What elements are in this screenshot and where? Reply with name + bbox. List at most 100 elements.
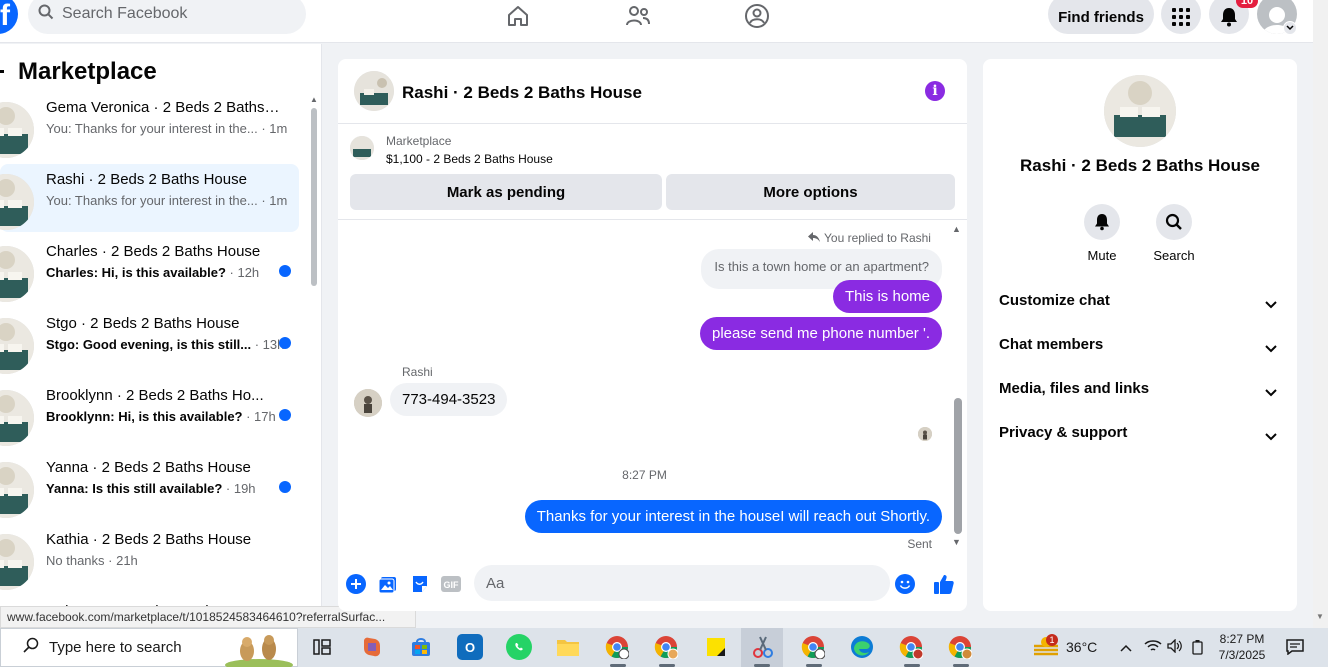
chrome-profile-5-icon[interactable] (947, 634, 973, 660)
conversation-name: Gema Veronica · 2 Beds 2 Baths ... (46, 99, 281, 116)
section-label: Customize chat (999, 292, 1110, 309)
temperature-readout[interactable]: 36°C (1066, 639, 1097, 655)
svg-text:GIF: GIF (444, 580, 460, 590)
listing-price-title[interactable]: $1,100 - 2 Beds 2 Baths House (386, 152, 553, 166)
taskbar-search-box[interactable] (0, 628, 298, 667)
clock[interactable]: 8:27 PM 7/3/2025 (1204, 631, 1280, 663)
chevron-up-icon[interactable] (1120, 639, 1132, 655)
info-icon[interactable]: i (925, 81, 945, 101)
conversation-item[interactable]: Yanna · 2 Beds 2 Baths House Yanna: Is th… (0, 452, 299, 520)
conversation-item[interactable]: Rashi · 2 Beds 2 Baths House You: Thanks … (0, 164, 299, 232)
sidebar-scrollbar[interactable] (311, 108, 317, 286)
groups-icon[interactable] (742, 2, 772, 30)
scroll-down-arrow-icon[interactable]: ▼ (1316, 612, 1324, 621)
listing-thumbnail-avatar[interactable] (354, 71, 394, 111)
chat-members-section[interactable]: Chat members (999, 336, 1281, 358)
incoming-message[interactable]: 773-494-3523 (390, 383, 508, 416)
search-icon (23, 637, 39, 658)
speaker-icon[interactable] (1167, 638, 1183, 656)
outlook-icon[interactable]: O (457, 634, 483, 660)
top-navigation-bar: f Find friends 10 (0, 0, 1313, 43)
chrome-profile-3-icon[interactable] (800, 634, 826, 660)
conversation-time: · 17h (242, 409, 276, 424)
sticky-notes-icon[interactable] (703, 634, 729, 660)
chat-header: Rashi · 2 Beds 2 Baths House i (338, 59, 967, 124)
sticker-icon[interactable] (409, 573, 431, 595)
chat-title[interactable]: Rashi · 2 Beds 2 Baths House (402, 83, 642, 103)
listing-large-avatar[interactable] (1104, 75, 1176, 147)
conversation-name: Kathia · 2 Beds 2 Baths House (46, 531, 252, 548)
conversation-avatar (0, 102, 34, 158)
sender-name: Rashi (402, 365, 433, 379)
find-friends-button[interactable]: Find friends (1048, 0, 1154, 34)
conversation-item[interactable]: Charles · 2 Beds 2 Baths House Charles: H… (0, 236, 299, 304)
clock-date: 7/3/2025 (1218, 648, 1266, 662)
snipping-tool-icon[interactable] (750, 634, 776, 660)
marketplace-label: Marketplace (386, 134, 452, 148)
copilot-icon[interactable] (359, 634, 385, 660)
conversation-item[interactable]: Stgo · 2 Beds 2 Baths House Stgo: Good ev… (0, 308, 299, 376)
facebook-logo[interactable]: f (0, 0, 18, 34)
edge-icon[interactable] (849, 634, 875, 660)
like-thumbs-up-icon[interactable] (933, 573, 955, 595)
chrome-profile-4-icon[interactable] (898, 634, 924, 660)
battery-icon[interactable] (1191, 639, 1205, 658)
emoji-icon[interactable] (894, 573, 916, 595)
conversation-item[interactable]: Gema Veronica · 2 Beds 2 Baths ... You: T… (0, 92, 299, 160)
outgoing-message[interactable]: please send me phone number '. (699, 317, 942, 350)
chrome-profile-2-icon[interactable] (653, 634, 679, 660)
unread-indicator-dot (279, 481, 291, 493)
mute-button[interactable]: Mute (1072, 204, 1132, 263)
search-input[interactable] (62, 5, 282, 23)
gif-icon[interactable]: GIF (440, 573, 462, 595)
taskbar-search-input[interactable] (49, 639, 229, 656)
listing-small-thumbnail[interactable] (350, 136, 374, 160)
message-input[interactable] (474, 565, 890, 601)
conversation-avatar (0, 534, 34, 590)
conversation-name: Charles · 2 Beds 2 Baths House (46, 243, 261, 260)
outgoing-message[interactable]: This is home (832, 280, 942, 313)
media-files-links-section[interactable]: Media, files and links (999, 380, 1281, 402)
conversation-preview: You: Thanks for your interest in the... … (46, 121, 287, 136)
add-plus-icon[interactable] (345, 573, 367, 595)
chat-scrollbar[interactable] (954, 398, 962, 534)
photo-attach-icon[interactable] (377, 573, 399, 595)
account-chevron-down-icon[interactable] (1283, 21, 1297, 35)
whatsapp-icon[interactable] (506, 634, 532, 660)
conversation-item[interactable]: Brooklynn · 2 Beds 2 Baths Ho... Brooklyn… (0, 380, 299, 448)
home-icon[interactable] (503, 2, 533, 30)
file-explorer-icon[interactable] (555, 634, 581, 660)
conversation-name: Brooklynn · 2 Beds 2 Baths Ho... (46, 387, 264, 404)
wifi-icon[interactable] (1144, 639, 1162, 656)
chrome-profile-1-icon[interactable] (604, 634, 630, 660)
task-view-icon[interactable] (309, 634, 335, 660)
back-arrow-icon[interactable] (0, 70, 4, 73)
menu-grid-icon[interactable] (1161, 0, 1201, 34)
conversation-avatar (0, 246, 34, 302)
chat-scroll-down-arrow-icon[interactable]: ▼ (952, 537, 961, 547)
more-options-button[interactable]: More options (666, 174, 955, 210)
conversation-name: Stgo · 2 Beds 2 Baths House (46, 315, 240, 332)
facebook-search-box[interactable] (28, 0, 306, 34)
search-highlight-illustration-icon (223, 631, 295, 667)
details-title: Rashi · 2 Beds 2 Baths House (1020, 156, 1260, 175)
conversation-item[interactable]: Kathia · 2 Beds 2 Baths House No thanks ·… (0, 524, 299, 592)
privacy-support-section[interactable]: Privacy & support (999, 424, 1281, 446)
sender-avatar[interactable] (354, 389, 382, 417)
unread-indicator-dot (279, 409, 291, 421)
outgoing-message[interactable]: Thanks for your interest in the houseI w… (524, 500, 942, 533)
scroll-up-arrow-icon[interactable]: ▲ (310, 95, 318, 104)
preview-text: You: Thanks for your interest in the... (46, 193, 258, 208)
notification-center-icon[interactable] (1286, 639, 1304, 658)
friends-icon[interactable] (623, 2, 653, 30)
mark-as-pending-button[interactable]: Mark as pending (350, 174, 662, 210)
unread-indicator-dot (279, 265, 291, 277)
microsoft-store-icon[interactable] (408, 634, 434, 660)
chat-scroll-up-arrow-icon[interactable]: ▲ (952, 224, 961, 234)
conversation-time: · 19h (222, 481, 256, 496)
chevron-down-icon (1265, 340, 1277, 357)
search-in-chat-button[interactable]: Search (1144, 204, 1204, 263)
search-icon (1156, 204, 1192, 240)
customize-chat-section[interactable]: Customize chat (999, 292, 1281, 314)
page-scrollbar[interactable]: ▼ (1313, 0, 1328, 628)
